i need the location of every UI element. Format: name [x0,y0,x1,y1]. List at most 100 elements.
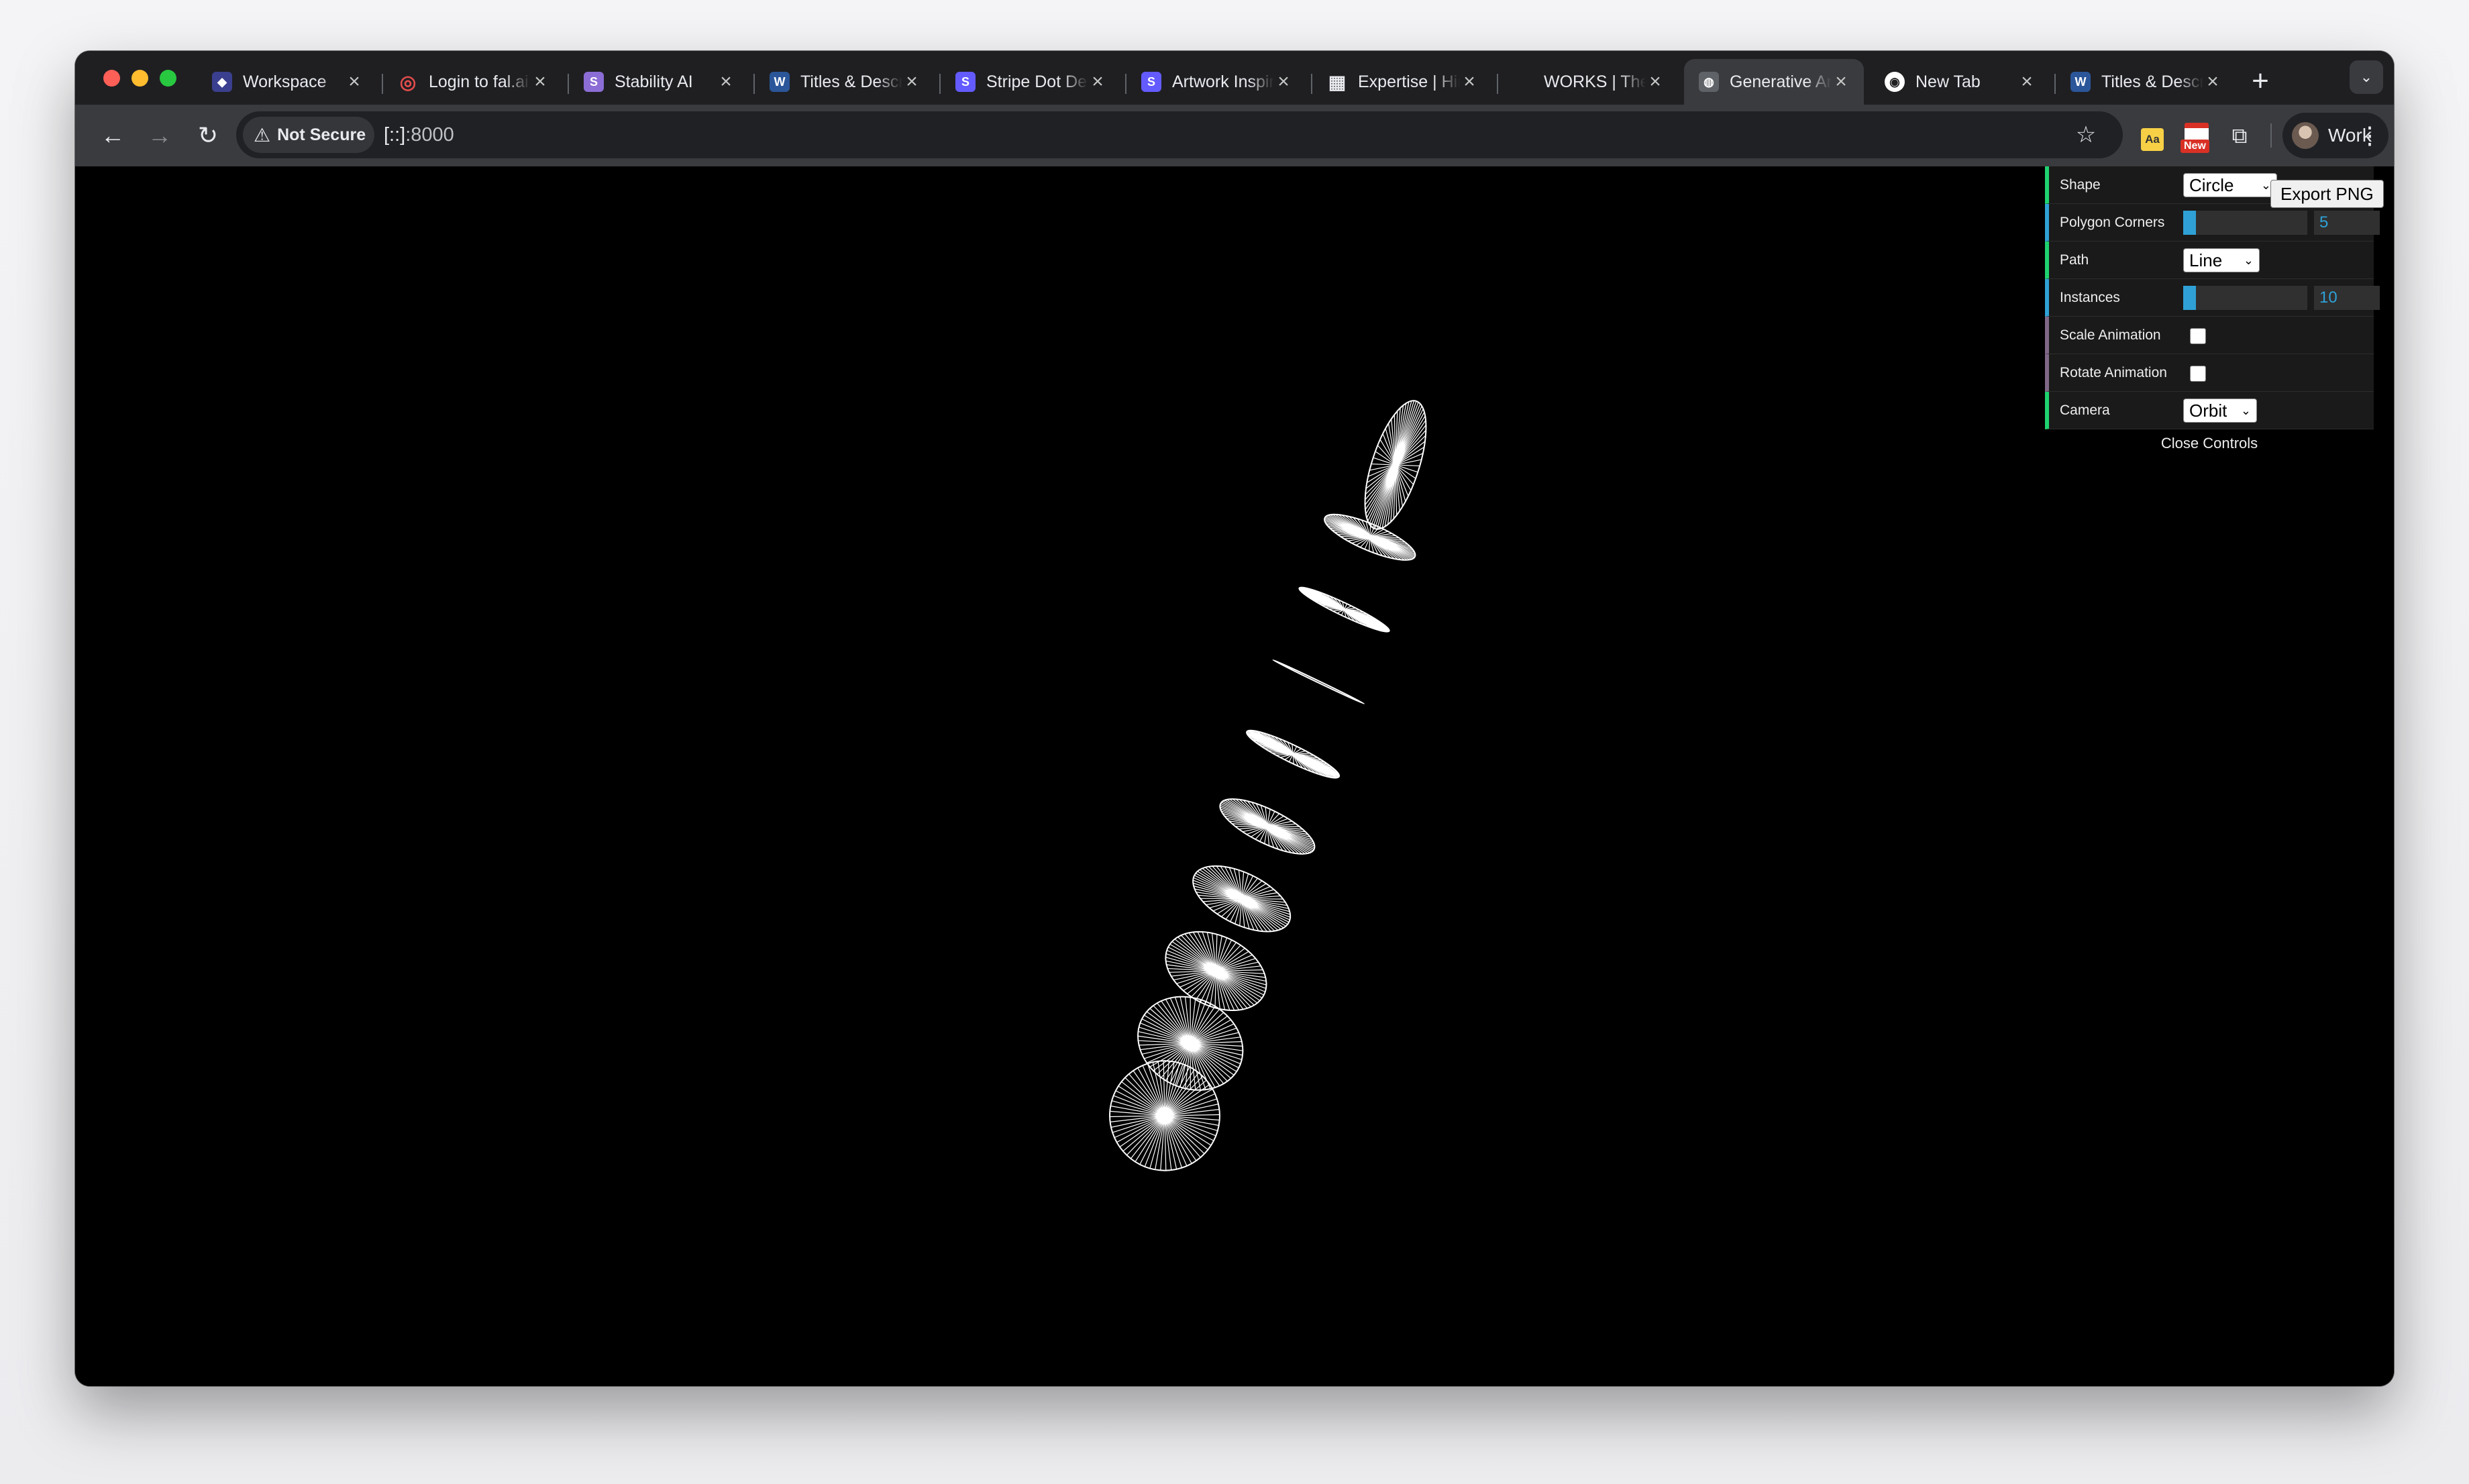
tab-close-icon[interactable]: × [1646,72,1665,92]
polygon-corners-label: Polygon Corners [2060,215,2165,230]
tab-close-icon[interactable]: × [2017,72,2036,92]
tab-title: Login to fal.ai [429,72,529,91]
scale-animation-label: Scale Animation [2060,327,2161,343]
tab-title: New Tab [1915,72,1981,91]
browser-window: ◆ Workspace × ◎ Login to fal.ai × S Stability A… [75,51,2394,1386]
camera-label: Camera [2060,403,2110,418]
chrome-icon: ◉ [1885,72,1905,92]
browser-tab[interactable]: S Stripe Dot Dev × [939,59,1120,105]
instances-input[interactable]: 10 [2314,286,2380,310]
dictionary-extension-icon[interactable]: Aa [2135,118,2170,153]
browser-tab[interactable]: S Stability AI × [568,59,749,105]
dictionary-extension-label: Aa [2141,128,2164,151]
browser-tab[interactable]: W Titles & Descriptions× [753,59,935,105]
close-window-button[interactable] [103,70,120,87]
tab-close-icon[interactable]: × [2203,72,2222,92]
chevron-down-icon: ⌄ [2243,254,2254,267]
tab-search-button[interactable]: ⌄ [2350,60,2383,94]
polygon-corners-slider[interactable] [2183,211,2307,235]
tab-separator [753,74,755,94]
browser-tab[interactable]: ▦ Expertise | Hire× [1311,59,1492,105]
browser-tab[interactable]: S Artwork Inspiration× [1125,59,1306,105]
polygon-corners-input[interactable]: 5 [2314,211,2380,235]
browser-tab[interactable]: ◍ Generative Art × [1684,59,1864,105]
polygon-corners-slider-fill [2183,211,2196,235]
browser-tab[interactable]: ◆ Workspace × [197,59,377,105]
avatar [2292,122,2319,149]
instances-slider[interactable] [2183,286,2307,310]
rotate-animation-checkbox[interactable] [2190,366,2206,382]
word-icon: W [770,72,790,92]
fal-icon: ◎ [399,71,417,93]
stripe-icon: S [1141,72,1161,92]
tab-title: Stripe Dot Dev [986,72,1088,91]
url-text[interactable]: [::]:8000 [384,111,454,158]
calendar-extension-icon[interactable]: New [2179,118,2214,153]
rotate-animation-label: Rotate Animation [2060,365,2167,380]
camera-select-value: Orbit [2189,401,2227,421]
tab-separator [939,74,941,94]
circle-instance [1324,513,1416,561]
browser-tab[interactable]: ◉ New Tab × [1870,59,2050,105]
tab-close-icon[interactable]: × [1460,72,1479,92]
security-chip[interactable]: ⚠ Not Secure [243,117,374,153]
zoom-window-button[interactable] [160,70,176,87]
tab-separator [568,74,569,94]
back-icon[interactable]: ← [95,118,130,153]
tab-close-icon[interactable]: × [1088,72,1107,92]
scale-animation-row: Scale Animation [2045,317,2374,354]
tab-separator [1125,74,1126,94]
browser-tab[interactable]: WORKS | The × [1497,59,1678,105]
instances-slider-fill [2183,286,2196,310]
tab-close-icon[interactable]: × [717,72,735,92]
tab-title: Generative Art [1730,72,1832,91]
tab-close-icon[interactable]: × [902,72,921,92]
chevron-down-icon: ⌄ [2240,404,2251,417]
stability-icon: S [584,72,604,92]
extension-new-badge: New [2181,140,2209,153]
reload-icon[interactable]: ↻ [191,118,225,153]
polygon-corners-row: Polygon Corners 5 [2045,204,2380,242]
browser-tab[interactable]: W Titles & Descriptions× [2054,59,2236,105]
browser-toolbar: ← → ↻ ⚠ Not Secure [::]:8000 ☆ Aa New ⧉ … [75,105,2394,166]
forward-icon[interactable]: → [142,118,177,153]
tab-close-icon[interactable]: × [1832,72,1850,92]
minimize-window-button[interactable] [132,70,148,87]
camera-row: Camera Orbit ⌄ [2045,392,2374,429]
address-bar[interactable]: ⚠ Not Secure [::]:8000 ☆ [236,111,2123,158]
tab-close-icon[interactable]: × [531,72,549,92]
globe-icon: ◍ [1699,72,1719,92]
circle-instance [1109,1060,1220,1171]
tab-title: WORKS | The [1544,72,1646,91]
circle-spokes [1324,514,1416,561]
toolbar-divider [2270,123,2272,148]
export-png-button[interactable]: Export PNG [2270,180,2384,208]
tab-close-icon[interactable]: × [345,72,364,92]
controls-panel: Shape Circle ⌄ Polygon Corners 5 Path Li… [2045,166,2380,458]
path-label: Path [2060,252,2089,268]
tab-title: Workspace [243,72,327,91]
browser-menu-icon[interactable]: ⋮ [2356,118,2383,153]
path-select[interactable]: Line ⌄ [2183,248,2260,272]
tab-close-icon[interactable]: × [1274,72,1293,92]
shape-select[interactable]: Circle ⌄ [2183,173,2277,197]
circle-spokes [1299,587,1389,633]
circle-instance [1137,996,1244,1091]
circle-instance [1298,586,1390,633]
close-controls-button[interactable]: Close Controls [2045,429,2374,458]
tab-separator [382,74,383,94]
tab-title: Artwork Inspiration [1172,72,1274,91]
extensions-puzzle-icon[interactable]: ⧉ [2222,118,2257,153]
browser-tab[interactable]: ◎ Login to fal.ai × [382,59,563,105]
new-tab-button[interactable]: + [2244,64,2277,98]
bookmark-star-icon[interactable]: ☆ [2068,117,2104,153]
circle-spokes [1220,798,1315,855]
security-label: Not Secure [277,125,366,144]
tab-title: Stability AI [615,72,693,91]
scale-animation-checkbox[interactable] [2190,328,2206,344]
path-row: Path Line ⌄ [2045,242,2374,279]
camera-select[interactable]: Orbit ⌄ [2183,399,2257,423]
instances-label: Instances [2060,290,2120,305]
circle-outline [1272,659,1365,704]
page-content: Shape Circle ⌄ Polygon Corners 5 Path Li… [75,166,2394,1386]
